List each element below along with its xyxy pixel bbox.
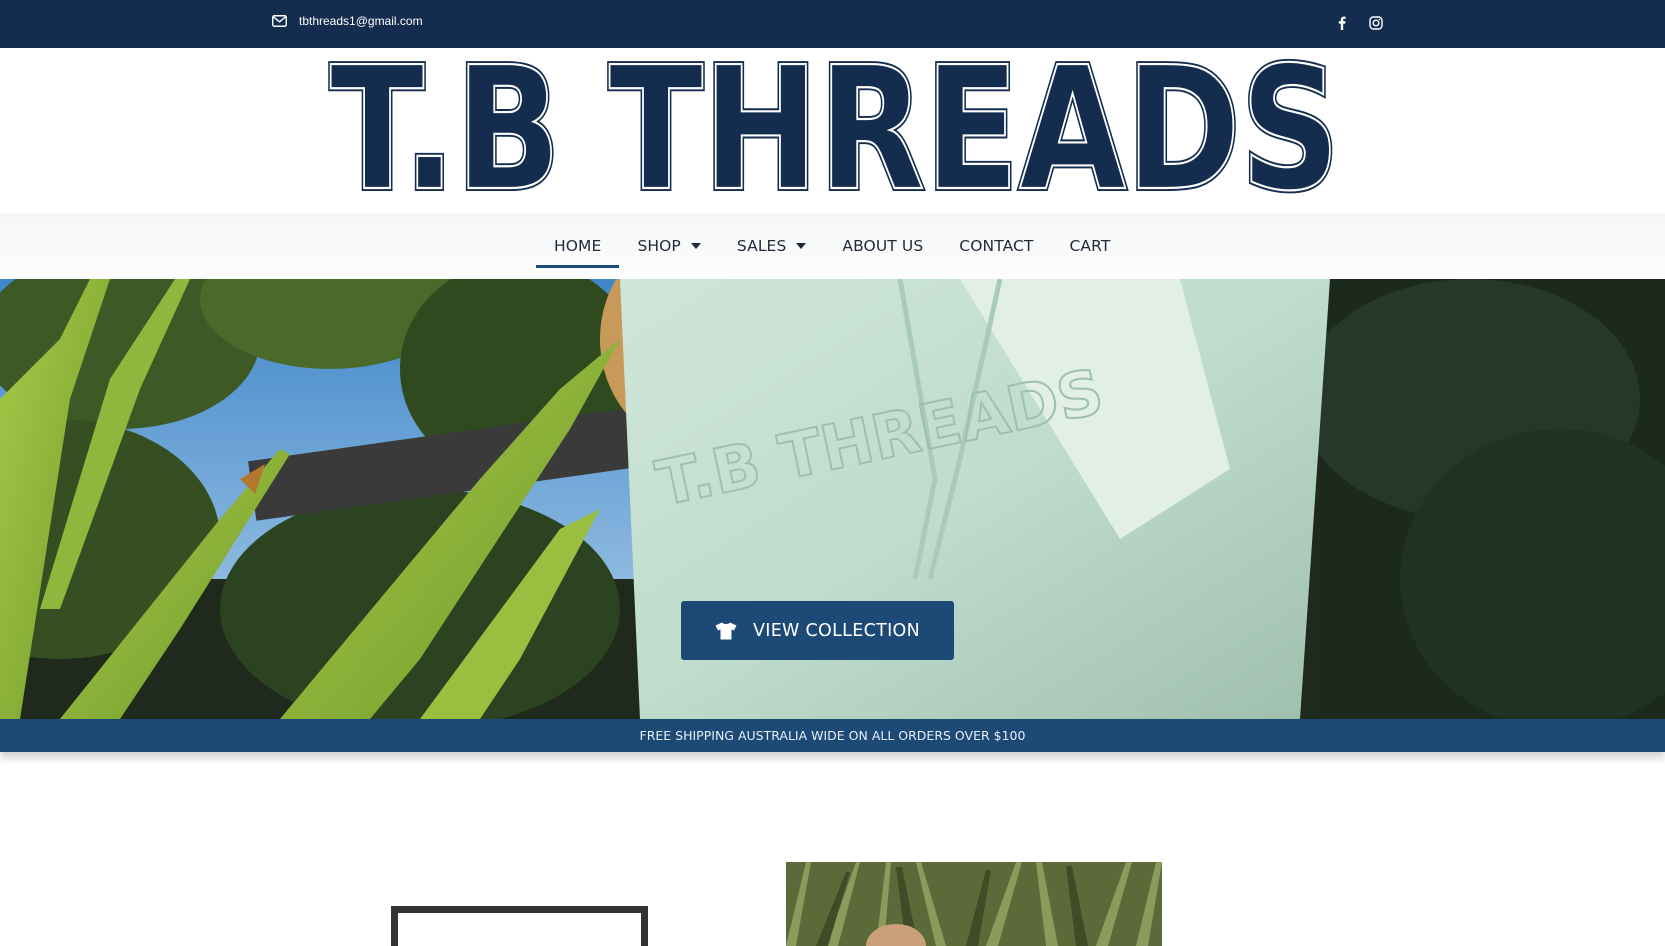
envelope-icon — [272, 15, 287, 27]
tshirt-icon — [715, 622, 737, 639]
grass-photo-image — [786, 862, 1162, 946]
framed-text-box — [391, 906, 648, 946]
nav-label: CART — [1069, 237, 1111, 255]
view-collection-button[interactable]: VIEW COLLECTION — [681, 601, 954, 660]
email-link[interactable]: tbthreads1@gmail.com — [272, 14, 423, 28]
nav-item-contact[interactable]: CONTACT — [941, 213, 1051, 279]
social-links — [1334, 15, 1384, 31]
nav-label: ABOUT US — [842, 237, 924, 255]
shipping-banner: FREE SHIPPING AUSTRALIA WIDE ON ALL ORDE… — [0, 719, 1665, 752]
nav-item-cart[interactable]: CART — [1052, 213, 1129, 279]
main-nav: HOME SHOP SALES ABOUT US CONTACT CART — [0, 213, 1665, 279]
nav-item-sales[interactable]: SALES — [719, 213, 825, 279]
top-bar: tbthreads1@gmail.com — [0, 0, 1665, 48]
nav-label: CONTACT — [959, 237, 1034, 255]
shipping-text: FREE SHIPPING AUSTRALIA WIDE ON ALL ORDE… — [639, 728, 1026, 743]
nav-label: HOME — [554, 237, 602, 255]
nav-item-shop[interactable]: SHOP — [619, 213, 718, 279]
nav-label: SHOP — [637, 237, 681, 255]
facebook-icon[interactable] — [1334, 15, 1350, 31]
product-photo[interactable] — [786, 862, 1162, 946]
nav-label: SALES — [736, 237, 787, 255]
cta-label: VIEW COLLECTION — [752, 620, 921, 641]
instagram-icon[interactable] — [1368, 15, 1384, 31]
caret-down-icon — [690, 243, 701, 249]
caret-down-icon — [796, 243, 807, 249]
logo-inline-stroke: T.B THREADS — [330, 58, 1340, 206]
nav-item-home[interactable]: HOME — [536, 213, 620, 279]
email-text: tbthreads1@gmail.com — [299, 14, 423, 28]
hero-banner: T.B THREADS VIEW COLLECTION — [0, 279, 1665, 719]
nav-item-about-us[interactable]: ABOUT US — [824, 213, 941, 279]
logo-area: T.B THREADS T.B THREADS — [0, 48, 1665, 213]
brand-logo[interactable]: T.B THREADS T.B THREADS — [325, 58, 1345, 206]
